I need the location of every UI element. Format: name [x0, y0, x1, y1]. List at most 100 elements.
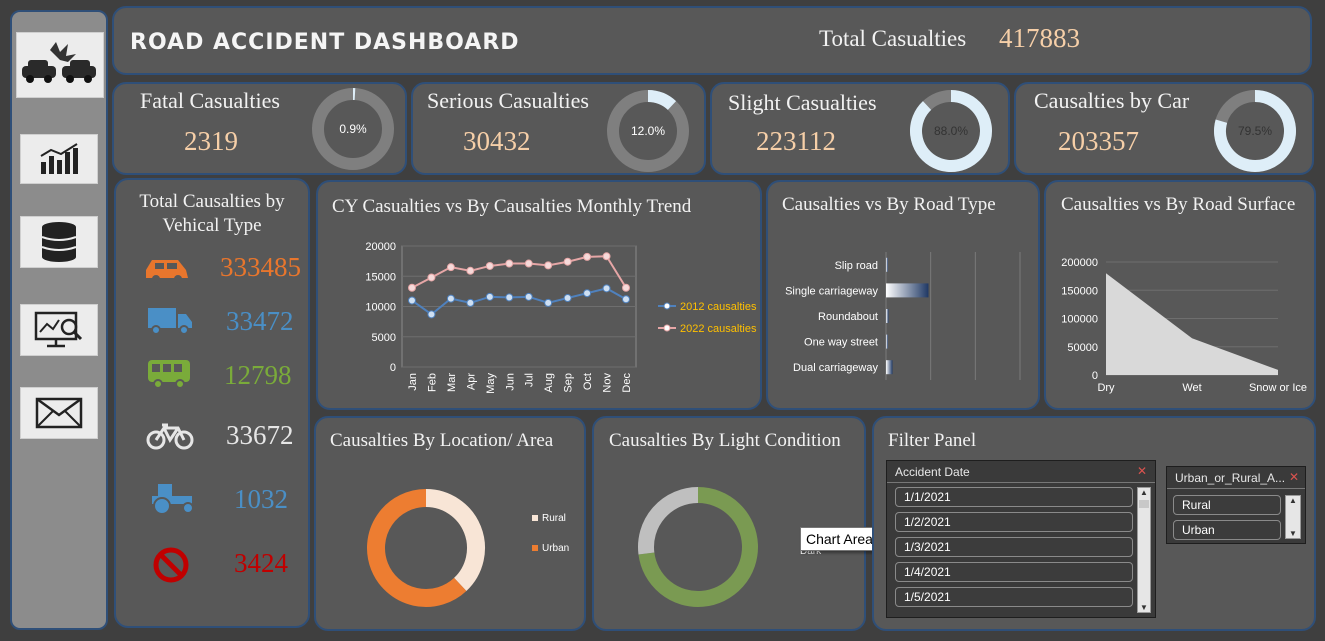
series-line [411, 287, 627, 316]
kpi-donut-label: 88.0% [934, 124, 968, 138]
legend-label: 2012 causalties [680, 301, 757, 313]
category-label: Slip road [835, 260, 878, 272]
series-line [411, 255, 627, 289]
donut-slice [638, 487, 699, 555]
kpi-value: 203357 [1058, 126, 1139, 156]
kpi-label: Serious Casualties [427, 88, 589, 113]
kpi-value: 223112 [756, 126, 836, 156]
x-tick-label: Apr [465, 373, 477, 390]
vehicle-car-value: 333485 [220, 252, 301, 282]
kpi-card-serious: Serious Casualties 30432 12.0% [411, 82, 706, 175]
chart-icon[interactable] [20, 134, 98, 184]
data-point [563, 257, 572, 266]
slicer-item[interactable]: Rural [1173, 495, 1281, 515]
x-tick-label: Wet [1182, 382, 1201, 394]
slicer-item[interactable]: 1/5/2021 [895, 587, 1133, 607]
header-panel: ROAD ACCIDENT DASHBOARD Total Casualties… [112, 6, 1312, 75]
urban-rural-slicer[interactable]: Urban_or_Rural_A... ✕ Rural Urban ▲ ▼ [1166, 466, 1306, 544]
y-tick-label: 5000 [372, 332, 396, 344]
data-point [583, 289, 592, 298]
clear-filter-icon[interactable]: ✕ [1289, 470, 1299, 485]
category-label: Roundabout [818, 311, 878, 323]
light-panel: Causalties By Light Condition Dark [592, 416, 866, 631]
kpi-card-fatal: Fatal Casualties 2319 0.9% [112, 82, 407, 175]
y-tick-label: 0 [1092, 370, 1098, 382]
total-casualties-value: 417883 [999, 23, 1080, 53]
legend-label: Rural [542, 513, 566, 524]
data-point [602, 284, 611, 293]
road-surface-chart: 0 50000 100000 150000 200000 Dry Wet Snow or Ic… [1061, 257, 1307, 394]
x-tick-label: Feb [426, 373, 438, 392]
clear-filter-icon[interactable]: ✕ [1137, 464, 1147, 479]
area-scrollbar[interactable]: ▲ ▼ [1285, 495, 1301, 539]
car-crash-icon[interactable] [16, 32, 104, 98]
data-point [427, 310, 436, 319]
data-point [583, 252, 592, 261]
kpi-card-slight: Slight Casualties 223112 88.0% [710, 82, 1010, 175]
data-point [544, 261, 553, 270]
accident-date-slicer[interactable]: Accident Date ✕ 1/1/2021 1/2/2021 1/3/20… [886, 460, 1156, 618]
mail-icon[interactable] [20, 387, 98, 439]
bicycle-icon [146, 423, 194, 450]
data-point [505, 293, 514, 302]
slicer-item[interactable]: 1/3/2021 [895, 537, 1133, 557]
data-point [524, 259, 533, 268]
kpi-card-car: Causalties by Car 203357 79.5% [1014, 82, 1314, 175]
y-tick-label: 20000 [365, 241, 396, 253]
legend-label: Urban [542, 543, 569, 554]
x-tick-label: Nov [602, 373, 614, 393]
data-point [446, 294, 455, 303]
x-tick-label: Snow or Ice [1249, 382, 1307, 394]
x-tick-label: Oct [582, 373, 594, 390]
bus-icon [148, 360, 190, 389]
date-scrollbar[interactable]: ▲ ▼ [1137, 487, 1151, 613]
kpi-donut: 88.0% [910, 90, 992, 172]
data-point [485, 292, 494, 301]
location-panel: Causalties By Location/ Area Rural Urban [314, 416, 586, 631]
legend-swatch [532, 545, 538, 551]
y-tick-label: 0 [390, 362, 396, 374]
kpi-value: 2319 [184, 126, 238, 156]
road-surface-panel: Causalties vs By Road Surface 0 50000 1000… [1044, 180, 1316, 410]
slicer-item[interactable]: Urban [1173, 520, 1281, 540]
car-icon [146, 260, 188, 283]
data-point [408, 296, 416, 305]
y-tick-label: 150000 [1061, 285, 1098, 297]
y-tick-label: 200000 [1061, 257, 1098, 269]
tractor-icon [152, 484, 194, 515]
slicer-item[interactable]: 1/1/2021 [895, 487, 1133, 507]
kpi-donut: 79.5% [1214, 90, 1296, 172]
light-chart [638, 487, 758, 607]
area-series [1106, 273, 1278, 375]
data-point [485, 261, 494, 270]
slicer-item[interactable]: 1/2/2021 [895, 512, 1133, 532]
slicer-item[interactable]: 1/4/2021 [895, 562, 1133, 582]
legend-marker [663, 302, 671, 310]
vehicle-other-value: 3424 [234, 548, 288, 578]
category-label: Dual carriageway [793, 362, 878, 374]
data-point [505, 259, 514, 268]
kpi-value: 30432 [463, 126, 531, 156]
kpi-donut: 0.9% [312, 88, 394, 170]
y-tick-label: 15000 [365, 271, 396, 283]
kpi-donut-label: 12.0% [631, 124, 665, 138]
chart-area-tooltip: Chart Area [800, 527, 879, 551]
kpi-donut-label: 79.5% [1238, 124, 1272, 138]
kpi-donut-fill [647, 90, 677, 111]
data-point [466, 266, 475, 275]
x-tick-label: Mar [446, 373, 458, 392]
bar [886, 309, 889, 323]
data-point [466, 298, 475, 307]
data-point [563, 294, 572, 303]
kpi-label: Slight Casualties [728, 90, 877, 115]
slicer-header: Accident Date [887, 461, 1155, 483]
data-point [622, 283, 630, 292]
vehicle-truck-value: 33472 [226, 306, 294, 336]
y-tick-label: 100000 [1061, 314, 1098, 326]
monitor-search-icon[interactable] [20, 304, 98, 356]
x-tick-label: Sep [563, 373, 575, 393]
trend-chart: 0 5000 10000 15000 20000 Jan Feb Mar Apr May Jun Ju… [365, 241, 757, 394]
bar [886, 257, 888, 272]
legend-label: 2022 causalties [680, 323, 757, 335]
database-icon[interactable] [20, 216, 98, 268]
